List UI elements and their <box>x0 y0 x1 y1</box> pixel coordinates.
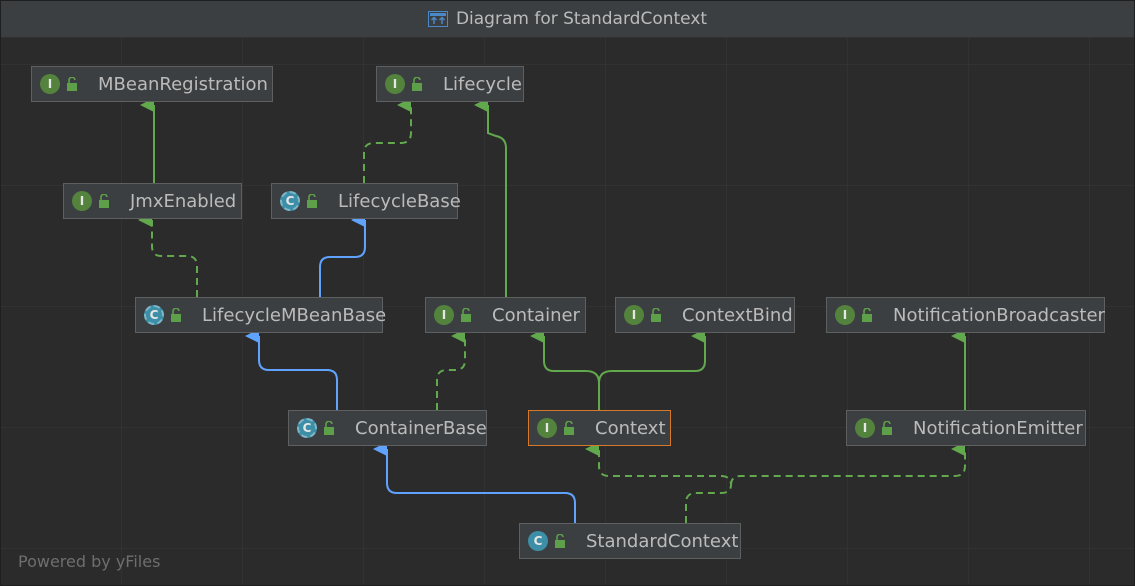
unlock-icon <box>171 308 181 322</box>
node-label: Container <box>492 304 580 326</box>
interface-icon: I <box>434 305 454 325</box>
edge-context-container <box>530 329 600 410</box>
abstract-class-icon: C <box>297 418 317 438</box>
powered-by-label: Powered by yFiles <box>18 552 161 571</box>
node-contextbind[interactable]: I ContextBind <box>615 297 795 333</box>
unlock-icon <box>461 308 471 322</box>
node-label: NotificationEmitter <box>913 417 1083 439</box>
interface-icon: I <box>385 74 405 94</box>
node-jmxenabled[interactable]: I JmxEnabled <box>63 183 242 219</box>
unlock-icon <box>67 77 77 91</box>
diagram-window: Diagram for StandardContext I MBeanRegis… <box>0 0 1135 586</box>
window-title: Diagram for StandardContext <box>455 9 708 29</box>
diagram-icon <box>427 11 448 27</box>
node-context[interactable]: I Context <box>528 410 671 446</box>
unlock-icon <box>99 194 109 208</box>
interface-icon: I <box>40 74 60 94</box>
node-notificationbroadcaster[interactable]: I NotificationBroadcaster <box>826 297 1105 333</box>
node-lifecyclebase[interactable]: C LifecycleBase <box>271 183 461 219</box>
node-mbeanregistration[interactable]: I MBeanRegistration <box>31 66 273 102</box>
node-label: StandardContext <box>586 530 739 552</box>
node-lifecyclembeanbase[interactable]: C LifecycleMBeanBase <box>135 297 387 333</box>
diagram-canvas[interactable]: I MBeanRegistration I Lifecycle I JmxEna… <box>1 38 1134 585</box>
edge-container-lifecycle <box>474 98 507 297</box>
node-label: MBeanRegistration <box>98 73 268 95</box>
node-label: JmxEnabled <box>130 190 237 212</box>
unlock-icon <box>307 194 317 208</box>
edge-lifecyclebase-lifecycle <box>363 98 412 183</box>
edge-lifecyclembeanbase-lifecyclebase <box>319 213 366 297</box>
edge-context-contextbind <box>598 329 706 410</box>
node-label: Lifecycle <box>443 73 522 95</box>
abstract-class-icon: C <box>144 305 164 325</box>
node-containerbase[interactable]: C ContainerBase <box>288 410 487 446</box>
unlock-icon <box>324 421 334 435</box>
node-label: Context <box>595 417 666 439</box>
interface-icon: I <box>624 305 644 325</box>
node-label: NotificationBroadcaster <box>893 304 1105 326</box>
edge-containerbase-lifecyclembeanbase <box>245 329 338 410</box>
node-label: LifecycleMBeanBase <box>202 304 387 326</box>
unlock-icon <box>651 308 661 322</box>
title-bar: Diagram for StandardContext <box>1 1 1134 38</box>
edge-containerbase-container <box>436 329 466 410</box>
interface-icon: I <box>537 418 557 438</box>
edge-lifecyclembeanbase-jmxenabled <box>138 213 198 297</box>
node-notificationemitter[interactable]: I NotificationEmitter <box>846 410 1086 446</box>
unlock-icon <box>882 421 892 435</box>
unlock-icon <box>555 534 565 548</box>
edge-standardcontext-containerbase <box>373 442 576 523</box>
unlock-icon <box>564 421 574 435</box>
interface-icon: I <box>72 191 92 211</box>
node-label: ContextBind <box>682 304 793 326</box>
class-icon: C <box>528 531 548 551</box>
abstract-class-icon: C <box>280 191 300 211</box>
interface-icon: I <box>835 305 855 325</box>
unlock-icon <box>412 77 422 91</box>
node-lifecycle[interactable]: I Lifecycle <box>376 66 524 102</box>
unlock-icon <box>862 308 872 322</box>
node-container[interactable]: I Container <box>425 297 586 333</box>
node-standardcontext[interactable]: C StandardContext <box>519 523 741 559</box>
edge-standardcontext-context <box>585 442 733 523</box>
edge-standardcontext-notificationemitter <box>730 442 966 486</box>
node-label: LifecycleBase <box>338 190 461 212</box>
node-label: ContainerBase <box>355 417 487 439</box>
interface-icon: I <box>855 418 875 438</box>
